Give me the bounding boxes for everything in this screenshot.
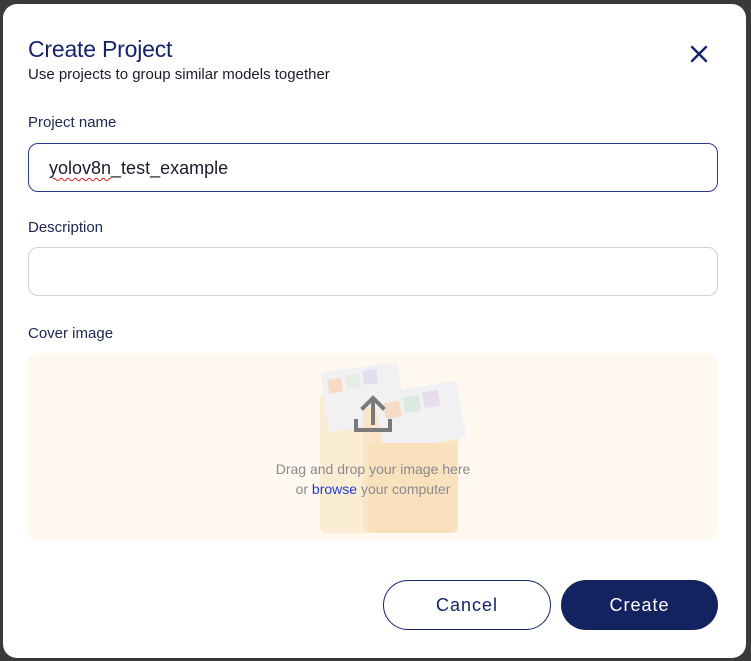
- cancel-button[interactable]: Cancel: [383, 580, 551, 630]
- dialog-subtitle: Use projects to group similar models tog…: [28, 66, 330, 83]
- dialog-title: Create Project: [28, 36, 173, 62]
- browse-link[interactable]: browse: [312, 481, 357, 497]
- project-name-label: Project name: [28, 114, 117, 131]
- create-button[interactable]: Create: [561, 580, 718, 630]
- cover-image-label: Cover image: [28, 325, 114, 342]
- computer-text: your computer: [360, 481, 451, 497]
- close-icon: [690, 45, 708, 63]
- description-input[interactable]: [28, 247, 718, 296]
- upload-icon: [354, 395, 392, 432]
- or-text: or: [295, 481, 309, 497]
- cover-image-dropzone[interactable]: Drag and drop your image here or browse …: [28, 353, 718, 540]
- folders-illustration: [320, 362, 466, 533]
- project-name-input[interactable]: [28, 143, 718, 192]
- dropzone-instructions: Drag and drop your image here: [275, 461, 471, 477]
- dropzone-browse-line: or browse your computer: [28, 481, 718, 497]
- create-project-dialog: Create Project Use projects to group sim…: [3, 4, 746, 658]
- description-label: Description: [28, 219, 104, 236]
- close-button[interactable]: [685, 40, 713, 68]
